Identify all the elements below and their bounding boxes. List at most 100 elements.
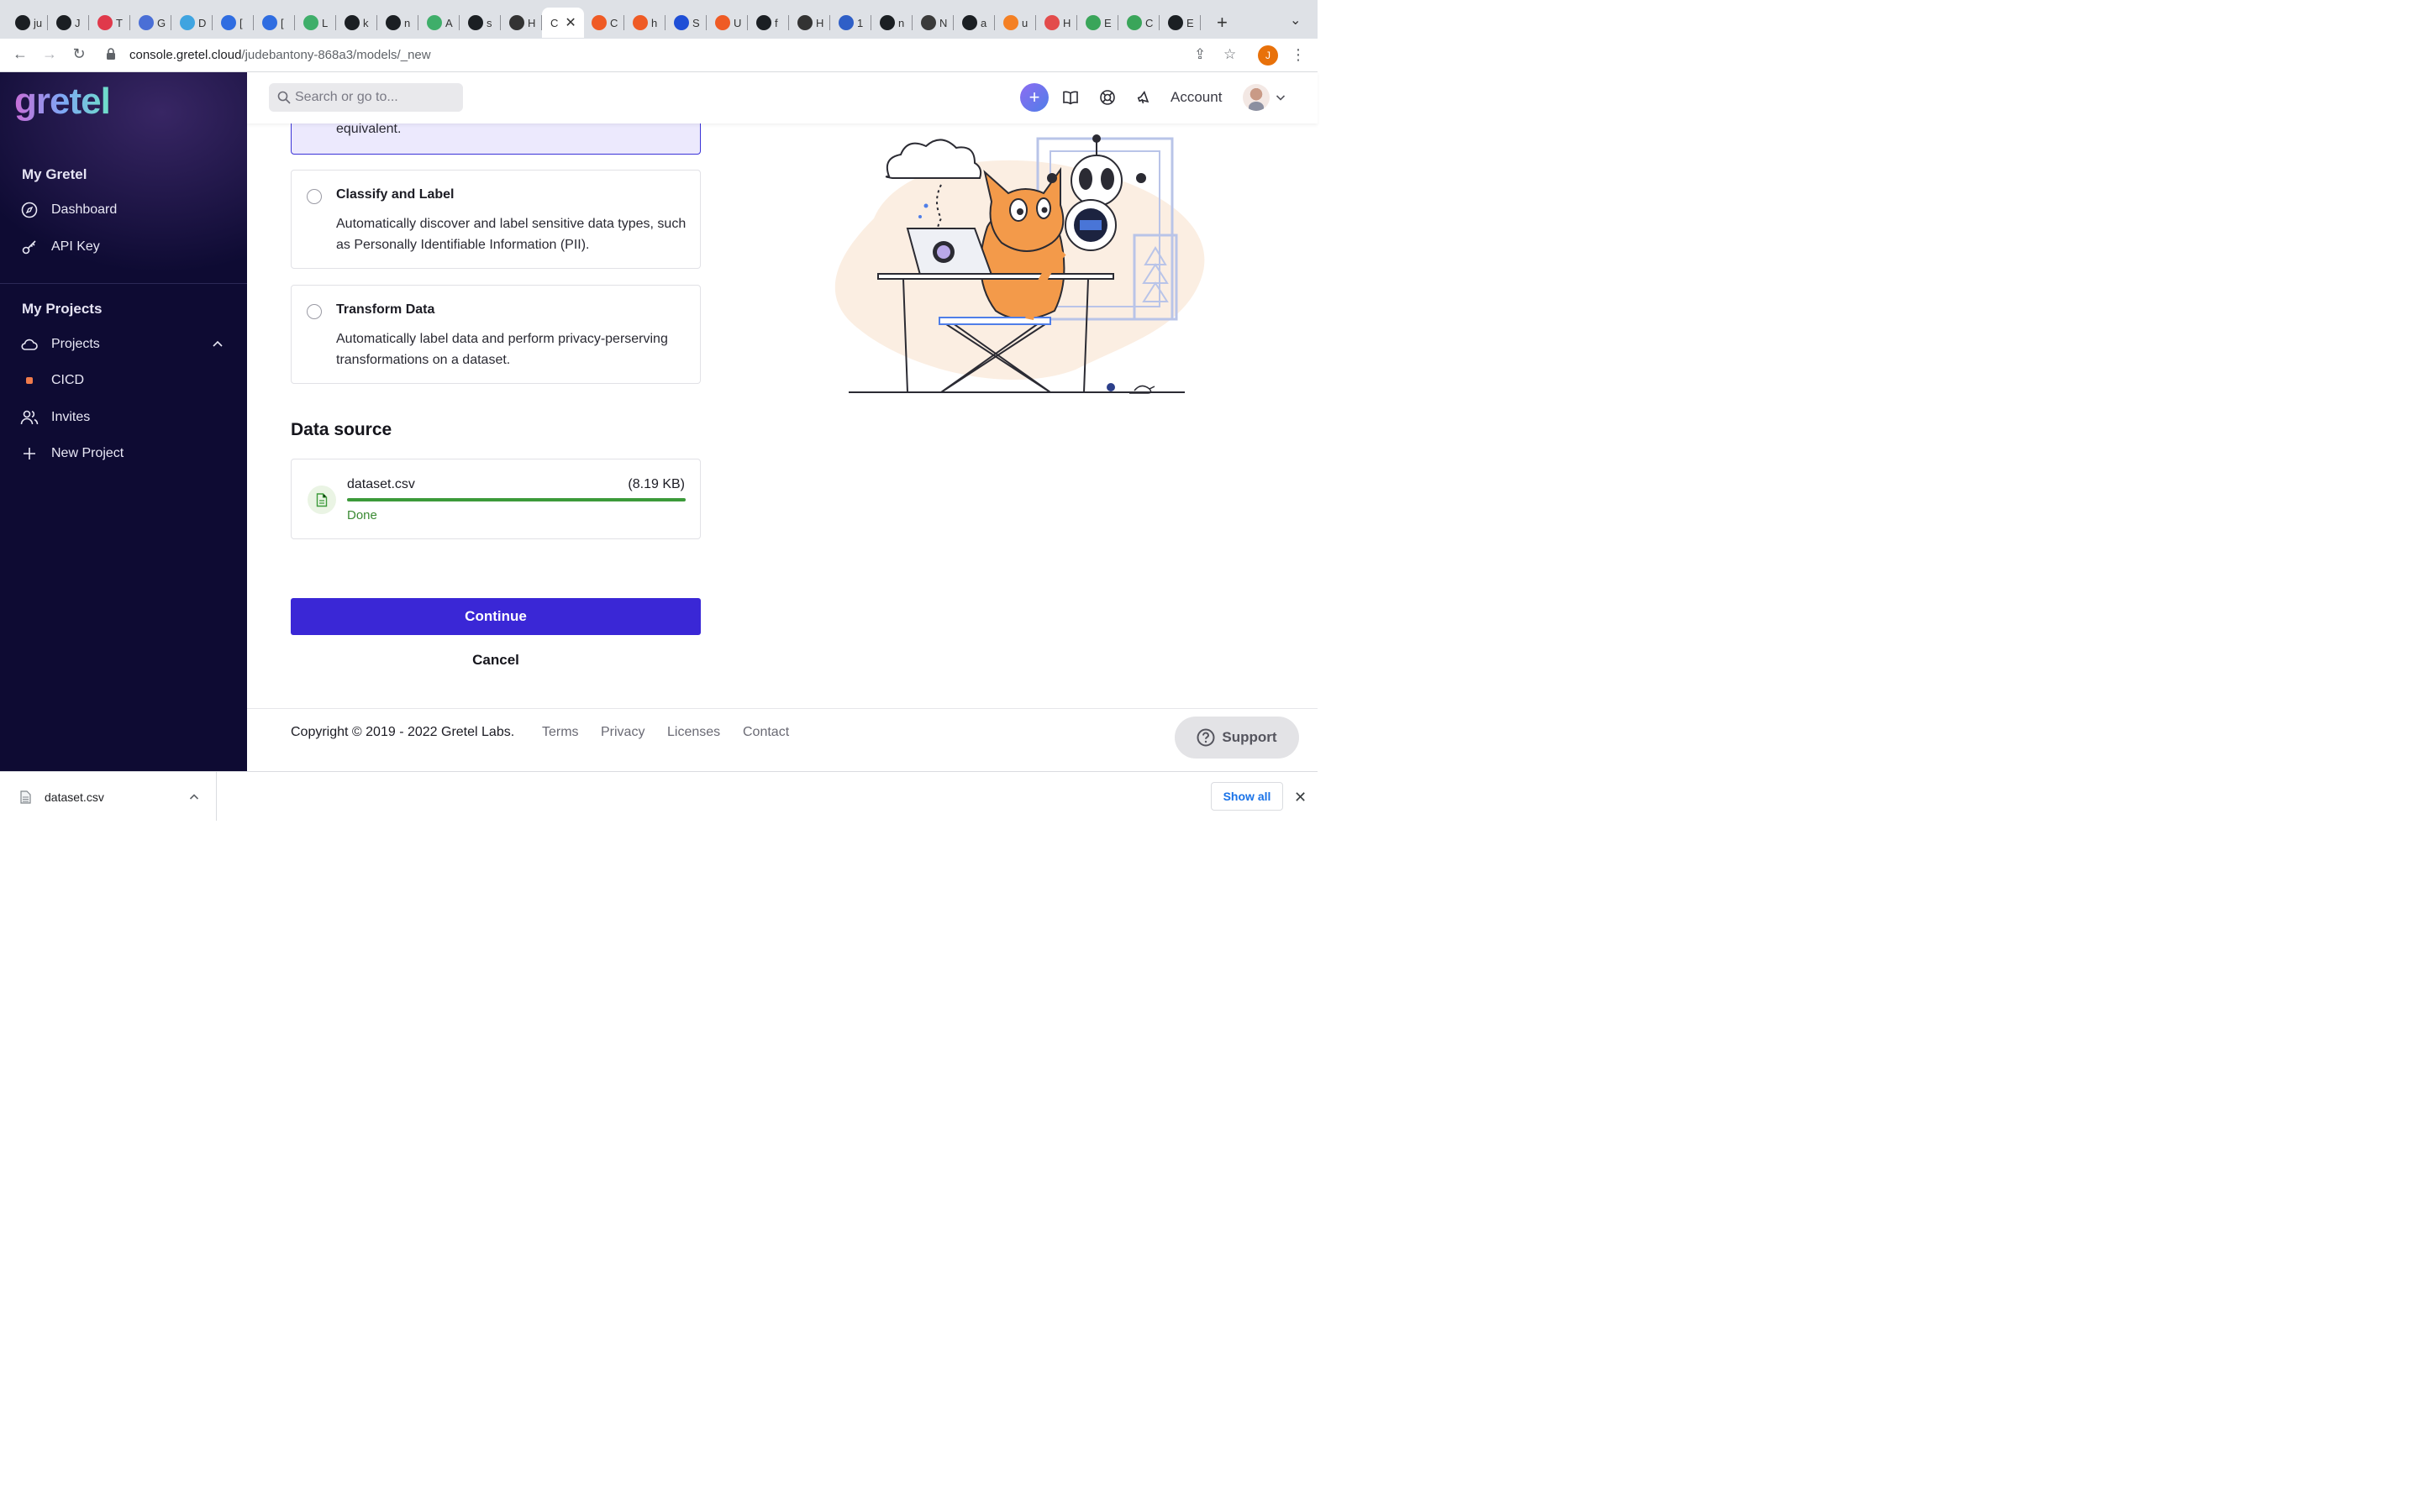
support-button[interactable]: Support [1175, 717, 1299, 759]
browser-tab[interactable]: L [295, 8, 336, 38]
sidebar-item-dashboard[interactable]: Dashboard [20, 200, 117, 220]
footer-link-terms[interactable]: Terms [542, 725, 579, 740]
browser-tab[interactable]: f [748, 8, 789, 38]
sidebar-item-new-project[interactable]: New Project [20, 444, 124, 464]
github-icon [880, 15, 895, 30]
browser-tab[interactable]: a [954, 8, 995, 38]
browser-tab[interactable]: C ✕ [542, 8, 584, 38]
address-bar[interactable]: console.gretel.cloud/judebantony-868a3/m… [99, 43, 1250, 68]
browser-tab[interactable]: S [666, 8, 707, 38]
browser-tab-title: S [692, 16, 700, 29]
browser-tab[interactable]: n [377, 8, 418, 38]
megaphone-icon[interactable] [1136, 89, 1153, 106]
kotlin-icon [427, 15, 442, 30]
show-all-downloads-button[interactable]: Show all [1211, 782, 1283, 811]
browser-tab[interactable]: [ [213, 8, 254, 38]
cat-and-robot-illustration [834, 134, 1205, 394]
download-shelf: dataset.csv Show all ✕ [0, 771, 1318, 823]
cancel-button[interactable]: Cancel [291, 650, 701, 670]
browser-tab-title: G [157, 16, 166, 29]
forward-arrow-icon[interactable]: → [39, 45, 60, 63]
browser-profile-avatar[interactable]: J [1258, 45, 1278, 66]
sidebar-item-invites[interactable]: Invites [20, 407, 90, 428]
help-lifebuoy-icon[interactable] [1099, 89, 1116, 106]
browser-tab[interactable]: ju [7, 8, 48, 38]
browser-tab[interactable]: H [789, 8, 830, 38]
stack-icon [1003, 15, 1018, 30]
browser-menu-icon[interactable]: ⋮ [1291, 46, 1306, 64]
browser-tab[interactable]: n [871, 8, 913, 38]
footer-link-licenses[interactable]: Licenses [667, 725, 720, 740]
back-arrow-icon[interactable]: ← [10, 45, 30, 63]
browser-tab[interactable]: E [1160, 8, 1201, 38]
bookmark-star-icon[interactable]: ☆ [1223, 46, 1236, 63]
chevron-up-icon[interactable] [212, 338, 224, 349]
browser-tab[interactable]: A [418, 8, 460, 38]
jira-icon [221, 15, 236, 30]
close-icon[interactable]: ✕ [1294, 789, 1307, 806]
sidebar-item-project-cicd[interactable]: CICD [20, 370, 84, 391]
browser-tab[interactable]: E [1077, 8, 1118, 38]
radio-button[interactable] [307, 304, 322, 319]
browser-tab[interactable]: J [48, 8, 89, 38]
option-card-classify-and-label[interactable]: Classify and Label Automatically discove… [291, 170, 701, 269]
browser-tab[interactable]: h [624, 8, 666, 38]
browser-tab-title: T [116, 16, 123, 29]
gretel-logo[interactable]: gretel [14, 81, 111, 123]
browser-tab[interactable]: H [501, 8, 542, 38]
browser-tab[interactable]: N [913, 8, 954, 38]
option-card-transform-data[interactable]: Transform Data Automatically label data … [291, 285, 701, 384]
browser-tab[interactable]: 1 [830, 8, 871, 38]
browser-tab-title: [ [281, 16, 284, 29]
question-circle-icon [1197, 728, 1215, 747]
browser-tab-strip: + ⌄ ju J T G D[[Lk n As H C ✕ Ch S Uf H 1 n Na u H E C E [0, 0, 1318, 39]
browser-tab[interactable]: U [707, 8, 748, 38]
browser-tab[interactable]: [ [254, 8, 295, 38]
browser-tab[interactable]: C [583, 8, 624, 38]
browser-tab[interactable]: k [336, 8, 377, 38]
upload-progress-bar [347, 498, 686, 501]
browser-tab[interactable]: H [1036, 8, 1077, 38]
gear-icon [797, 15, 813, 30]
sidebar-item-projects[interactable]: Projects [20, 334, 100, 354]
browser-tab[interactable]: T [89, 8, 130, 38]
github-icon [56, 15, 71, 30]
continue-button[interactable]: Continue [291, 598, 701, 635]
radio-button[interactable] [307, 189, 322, 204]
footer-link-privacy[interactable]: Privacy [601, 725, 644, 740]
browser-tab[interactable]: D [171, 8, 213, 38]
file-name: dataset.csv [347, 477, 415, 491]
create-plus-button[interactable]: + [1020, 83, 1049, 112]
user-avatar[interactable] [1243, 84, 1270, 111]
gretel-icon [1086, 15, 1101, 30]
sidebar-divider [0, 283, 247, 284]
sidebar-item-api-key[interactable]: API Key [20, 237, 100, 257]
data-source-heading: Data source [291, 420, 392, 439]
kubeflow-icon [839, 15, 854, 30]
close-tab-icon[interactable]: ✕ [565, 14, 576, 31]
sidebar-section-my-gretel: My Gretel [22, 166, 87, 182]
browser-tab[interactable]: G [130, 8, 171, 38]
browser-tab[interactable]: C [1118, 8, 1160, 38]
browser-tab[interactable]: s [460, 8, 501, 38]
browser-tab-title: a [981, 16, 987, 29]
chevron-up-icon[interactable] [189, 792, 199, 802]
option-title: Transform Data [336, 302, 435, 317]
help-icon [1044, 15, 1060, 30]
browser-tab-title: C [550, 16, 559, 29]
browser-tab-title: H [528, 16, 536, 29]
account-menu-label[interactable]: Account [1171, 89, 1222, 106]
github-icon [962, 15, 977, 30]
hexagon-icon [139, 15, 154, 30]
docs-book-icon[interactable] [1062, 89, 1079, 106]
footer-link-contact[interactable]: Contact [743, 725, 789, 740]
browser-tab[interactable]: u [995, 8, 1036, 38]
search-input[interactable] [269, 83, 463, 112]
chevron-down-icon[interactable] [1276, 92, 1286, 102]
tab-search-chevron-icon[interactable]: ⌄ [1290, 12, 1301, 29]
share-icon[interactable]: ⇪ [1194, 46, 1206, 63]
download-item[interactable]: dataset.csv [0, 772, 217, 821]
upload-progress-fill [347, 498, 686, 501]
reload-icon[interactable]: ↻ [69, 45, 89, 63]
new-tab-button[interactable]: + [1217, 12, 1228, 34]
